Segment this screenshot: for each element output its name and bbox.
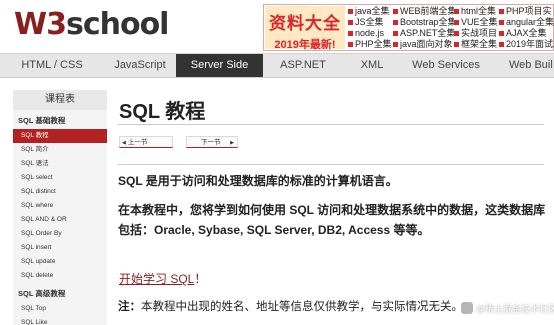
nav-web-services[interactable]: Web Services xyxy=(401,54,491,77)
content-divider xyxy=(118,164,544,165)
nav-xml[interactable]: XML xyxy=(343,54,401,77)
ad-link-js[interactable]: JS全集 xyxy=(348,17,393,28)
sidebar-item-sql-update[interactable]: SQL update xyxy=(13,255,107,269)
ad-subtitle: 2019年最新! xyxy=(274,39,336,51)
course-sidebar: 课程表 SQL 基础教程 SQL 教程 SQL 简介 SQL 语法 SQL se… xyxy=(13,90,107,325)
note-label: 注： xyxy=(118,301,141,313)
ad-link-nodejs[interactable]: node.js xyxy=(348,28,393,39)
ad-link-html[interactable]: html全集 xyxy=(454,6,499,17)
sidebar-item-sql-select[interactable]: SQL select xyxy=(13,171,107,185)
sidebar-item-sql-insert[interactable]: SQL insert xyxy=(13,241,107,255)
ad-link-angular[interactable]: angular全集 xyxy=(499,17,554,28)
ad-link-web-frontend[interactable]: WEB前端全集 xyxy=(393,6,454,17)
w3school-logo[interactable]: W3 school xyxy=(14,6,170,44)
ad-link-aspnet[interactable]: ASP.NET全集 xyxy=(393,28,454,39)
logo-school: school xyxy=(65,7,170,42)
ad-link-ajax[interactable]: AJAX全集 xyxy=(499,28,554,39)
start-learning-link[interactable]: 开始学习 SQL xyxy=(119,272,194,286)
site-header: W3 school 资料大全 2019年最新! java全集 WEB前端全集 h… xyxy=(0,0,554,53)
start-learning-suffix: ！ xyxy=(194,272,207,286)
ad-link-frameworks[interactable]: 框架全集 xyxy=(454,39,499,50)
ad-title: 资料大全 xyxy=(269,14,341,33)
community-logo-icon xyxy=(461,302,473,314)
logo-w3: W3 xyxy=(14,7,67,42)
watermark-text: @稀土掘金技术社区 xyxy=(476,303,554,314)
sidebar-item-sql-intro[interactable]: SQL 简介 xyxy=(13,143,107,157)
sidebar-section-basics: SQL 基础教程 xyxy=(18,116,66,125)
sidebar-section-advanced: SQL 高级教程 xyxy=(18,289,66,298)
nav-server-side[interactable]: Server Side xyxy=(176,54,263,77)
sidebar-item-sql-distinct[interactable]: SQL distinct xyxy=(13,185,107,199)
start-learning-line: 开始学习 SQL！ xyxy=(119,270,206,287)
sidebar-item-sql-where[interactable]: SQL where xyxy=(13,199,107,213)
sidebar-item-sql-order-by[interactable]: SQL Order By xyxy=(13,227,107,241)
prev-page-label: 上一节 xyxy=(128,139,148,146)
next-page-label: 下一节 xyxy=(201,139,221,146)
ad-link-java-oop[interactable]: java面向对象 xyxy=(393,39,454,50)
chevron-right-icon: ▶ xyxy=(230,140,234,146)
ad-link-php-project[interactable]: PHP项目实 xyxy=(499,6,554,17)
sidebar-item-sql-like[interactable]: SQL Like xyxy=(13,316,107,325)
ad-title-block[interactable]: 资料大全 2019年最新! xyxy=(265,6,345,51)
ad-link-vue[interactable]: VUE全集 xyxy=(454,17,499,28)
nav-web-building[interactable]: Web Buil xyxy=(491,54,554,77)
sidebar-header: 课程表 xyxy=(13,90,107,110)
sidebar-item-sql-and-or[interactable]: SQL AND & OR xyxy=(13,213,107,227)
watermark: @稀土掘金技术社区 xyxy=(461,300,554,316)
ad-link-java[interactable]: java全集 xyxy=(348,6,393,17)
ad-link-interview[interactable]: 2019年面试题 xyxy=(499,39,554,50)
nav-javascript[interactable]: JavaScript xyxy=(104,54,176,77)
ad-link-projects[interactable]: 实战项目 xyxy=(454,28,499,39)
sidebar-item-sql-delete[interactable]: SQL delete xyxy=(13,269,107,283)
disclaimer-note: 注：本教程中出现的姓名、地址等信息仅供教学，与实际情况无关。 xyxy=(118,298,463,314)
main-content: SQL 教程 ◀ 上一节 下一节 ▶ SQL 是用于访问和处理数据库的标准的计算… xyxy=(118,90,554,325)
top-nav: HTML / CSS JavaScript Server Side ASP.NE… xyxy=(0,53,554,78)
prev-page-button[interactable]: ◀ 上一节 xyxy=(119,136,173,148)
intro-paragraph: SQL 是用于访问和处理数据库的标准的计算机语言。 xyxy=(118,174,398,188)
nav-html-css[interactable]: HTML / CSS xyxy=(0,54,104,77)
sidebar-item-sql-tutorial[interactable]: SQL 教程 xyxy=(13,129,107,143)
next-page-button[interactable]: 下一节 ▶ xyxy=(186,136,238,148)
resource-ad-banner[interactable]: 资料大全 2019年最新! java全集 WEB前端全集 html全集 PHP项… xyxy=(263,4,554,51)
nav-aspnet[interactable]: ASP.NET xyxy=(263,54,343,77)
sidebar-item-sql-syntax[interactable]: SQL 语法 xyxy=(13,157,107,171)
page-title: SQL 教程 xyxy=(119,101,206,123)
chevron-left-icon: ◀ xyxy=(122,140,126,146)
note-text: 本教程中出现的姓名、地址等信息仅供教学，与实际情况无关。 xyxy=(141,301,463,313)
body-paragraph: 在本教程中，您将学到如何使用 SQL 访问和处理数据系统中的数据，这类数据库包括… xyxy=(118,203,546,237)
ad-link-grid: java全集 WEB前端全集 html全集 PHP项目实 JS全集 Bootst… xyxy=(348,6,554,50)
ad-link-bootstrap[interactable]: Bootstrap全集 xyxy=(393,17,454,28)
ad-link-php[interactable]: PHP全集 xyxy=(348,39,393,50)
sidebar-item-sql-top[interactable]: SQL Top xyxy=(13,302,107,316)
title-divider xyxy=(118,124,544,125)
